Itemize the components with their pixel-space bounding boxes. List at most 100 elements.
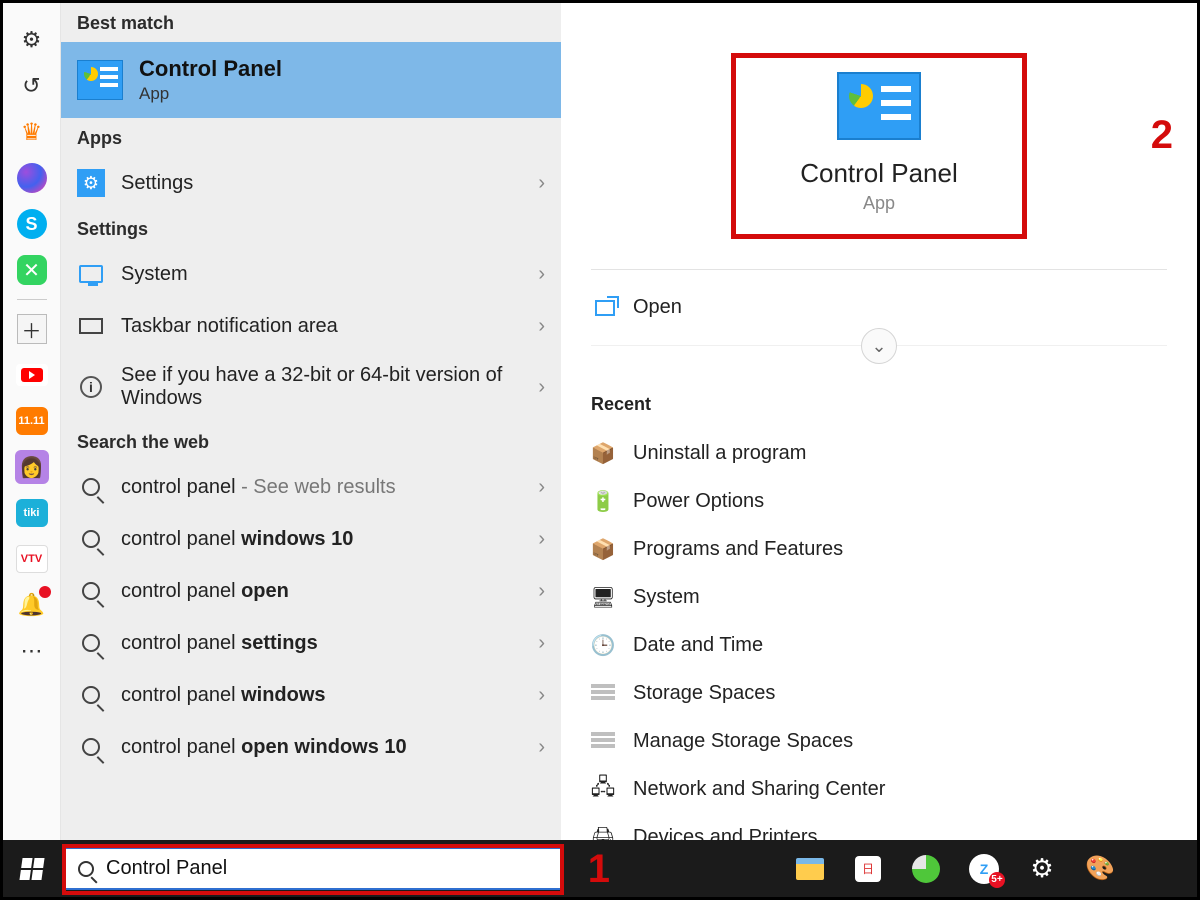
recent-item-datetime[interactable]: 🕒Date and Time: [591, 621, 1167, 669]
web-item-label: control panel windows: [121, 684, 522, 707]
settings-item-system[interactable]: System ›: [61, 248, 561, 300]
chevron-right-icon: ›: [538, 376, 545, 399]
recent-item-manage-storage[interactable]: Manage Storage Spaces: [591, 717, 1167, 765]
search-icon: [77, 473, 105, 501]
hero-title: Control Panel: [800, 158, 958, 189]
web-item-label: control panel settings: [121, 632, 522, 655]
web-item-4[interactable]: control panel windows ›: [61, 669, 561, 721]
search-icon: [77, 577, 105, 605]
shopee-icon[interactable]: 11.11: [3, 398, 61, 444]
header-settings: Settings: [61, 209, 561, 248]
recent-item-storage[interactable]: Storage Spaces: [591, 669, 1167, 717]
chevron-right-icon: ›: [538, 684, 545, 707]
recent-item-system[interactable]: 🖥System: [591, 573, 1167, 621]
callout-2: 2: [1151, 113, 1173, 158]
settings-item-label: Taskbar notification area: [121, 315, 522, 338]
zalo-icon[interactable]: Z5+: [967, 852, 1001, 886]
power-icon: 🔋: [591, 489, 615, 513]
recent-header: Recent: [591, 394, 1167, 415]
open-icon: [595, 300, 615, 316]
web-item-3[interactable]: control panel settings ›: [61, 617, 561, 669]
recent-item-network[interactable]: 🖧Network and Sharing Center: [591, 765, 1167, 813]
search-input[interactable]: [106, 857, 548, 880]
messenger-icon[interactable]: [3, 155, 61, 201]
app-avatar-icon[interactable]: 👩: [3, 444, 61, 490]
control-panel-icon: [837, 72, 921, 140]
youtube-icon[interactable]: [3, 352, 61, 398]
chevron-right-icon: ›: [538, 315, 545, 338]
best-match-title: Control Panel: [139, 56, 282, 82]
more-icon[interactable]: ⋯: [3, 628, 61, 674]
chevron-right-icon: ›: [538, 263, 545, 286]
expand-actions-button[interactable]: ⌄: [861, 328, 897, 364]
hero: Control Panel App 2: [591, 33, 1167, 270]
taskbar: 1 ⽇ Z5+ ⚙ 🎨: [3, 840, 1197, 897]
search-box[interactable]: 1: [64, 847, 562, 890]
web-item-5[interactable]: control panel open windows 10 ›: [61, 721, 561, 773]
tiki-icon[interactable]: tiki: [3, 490, 61, 536]
search-icon: [77, 525, 105, 553]
drives-icon: [591, 729, 615, 753]
best-match-subtitle: App: [139, 84, 282, 104]
best-match-item[interactable]: Control Panel App: [61, 42, 561, 118]
header-apps: Apps: [61, 118, 561, 157]
chevron-right-icon: ›: [538, 632, 545, 655]
search-icon: [77, 733, 105, 761]
search-category-rail: ⚙ ↺ ♛ S ✕ ＋ 11.11 👩 tiki VTV 🔔 ⋯: [3, 3, 61, 843]
settings-item-system-type[interactable]: i See if you have a 32-bit or 64-bit ver…: [61, 352, 561, 422]
box-icon: 📦: [591, 441, 615, 465]
calendar-icon[interactable]: ⽇: [851, 852, 885, 886]
chevron-right-icon: ›: [538, 476, 545, 499]
recent-item-uninstall[interactable]: 📦Uninstall a program: [591, 429, 1167, 477]
search-icon: [77, 681, 105, 709]
search-icon: [78, 861, 94, 877]
vtv-icon[interactable]: VTV: [3, 536, 61, 582]
header-best-match: Best match: [61, 3, 561, 42]
web-item-label: control panel open windows 10: [121, 736, 522, 759]
web-item-1[interactable]: control panel windows 10 ›: [61, 513, 561, 565]
recent-item-power[interactable]: 🔋Power Options: [591, 477, 1167, 525]
control-panel-icon: [77, 60, 123, 100]
settings-item-label: See if you have a 32-bit or 64-bit versi…: [121, 364, 522, 410]
display-icon: [77, 260, 105, 288]
drives-icon: [591, 681, 615, 705]
skype-icon[interactable]: S: [3, 201, 61, 247]
search-icon: [77, 629, 105, 657]
start-button[interactable]: [3, 840, 61, 897]
windows-logo-icon: [19, 858, 44, 880]
detail-panel: Control Panel App 2 Open ⌄ Recent 📦Unins…: [561, 3, 1197, 843]
chevron-right-icon: ›: [538, 528, 545, 551]
programs-icon: 📦: [591, 537, 615, 561]
web-item-0[interactable]: control panel - See web results ›: [61, 461, 561, 513]
app-green-icon[interactable]: [909, 852, 943, 886]
plus-icon[interactable]: ＋: [3, 306, 61, 352]
settings-item-taskbar-notification[interactable]: Taskbar notification area ›: [61, 300, 561, 352]
settings-gear-icon: ⚙: [77, 169, 105, 197]
bell-badge: [39, 586, 51, 598]
header-web: Search the web: [61, 422, 561, 461]
bell-icon[interactable]: 🔔: [3, 582, 61, 628]
open-label: Open: [633, 296, 682, 319]
web-item-label: control panel open: [121, 580, 522, 603]
zalo-badge: 5+: [989, 872, 1005, 888]
recent-item-programs[interactable]: 📦Programs and Features: [591, 525, 1167, 573]
history-icon[interactable]: ↺: [3, 63, 61, 109]
gear-icon[interactable]: ⚙: [3, 17, 61, 63]
paint-icon[interactable]: 🎨: [1083, 852, 1117, 886]
taskbar-pinned: ⽇ Z5+ ⚙ 🎨: [793, 840, 1197, 897]
viewport: ⚙ ↺ ♛ S ✕ ＋ 11.11 👩 tiki VTV 🔔 ⋯ Best ma…: [0, 0, 1200, 900]
network-icon: 🖧: [591, 777, 615, 801]
explorer-icon[interactable]: [793, 852, 827, 886]
callout-1: 1: [588, 847, 610, 892]
settings-icon[interactable]: ⚙: [1025, 852, 1059, 886]
crown-icon[interactable]: ♛: [3, 109, 61, 155]
apps-item-settings[interactable]: ⚙ Settings ›: [61, 157, 561, 209]
chevron-right-icon: ›: [538, 736, 545, 759]
web-item-2[interactable]: control panel open ›: [61, 565, 561, 617]
info-icon: i: [77, 373, 105, 401]
xbox-icon[interactable]: ✕: [3, 247, 61, 293]
hero-subtitle: App: [863, 193, 895, 214]
web-item-label: control panel windows 10: [121, 528, 522, 551]
web-item-label: control panel - See web results: [121, 476, 522, 499]
clock-icon: 🕒: [591, 633, 615, 657]
